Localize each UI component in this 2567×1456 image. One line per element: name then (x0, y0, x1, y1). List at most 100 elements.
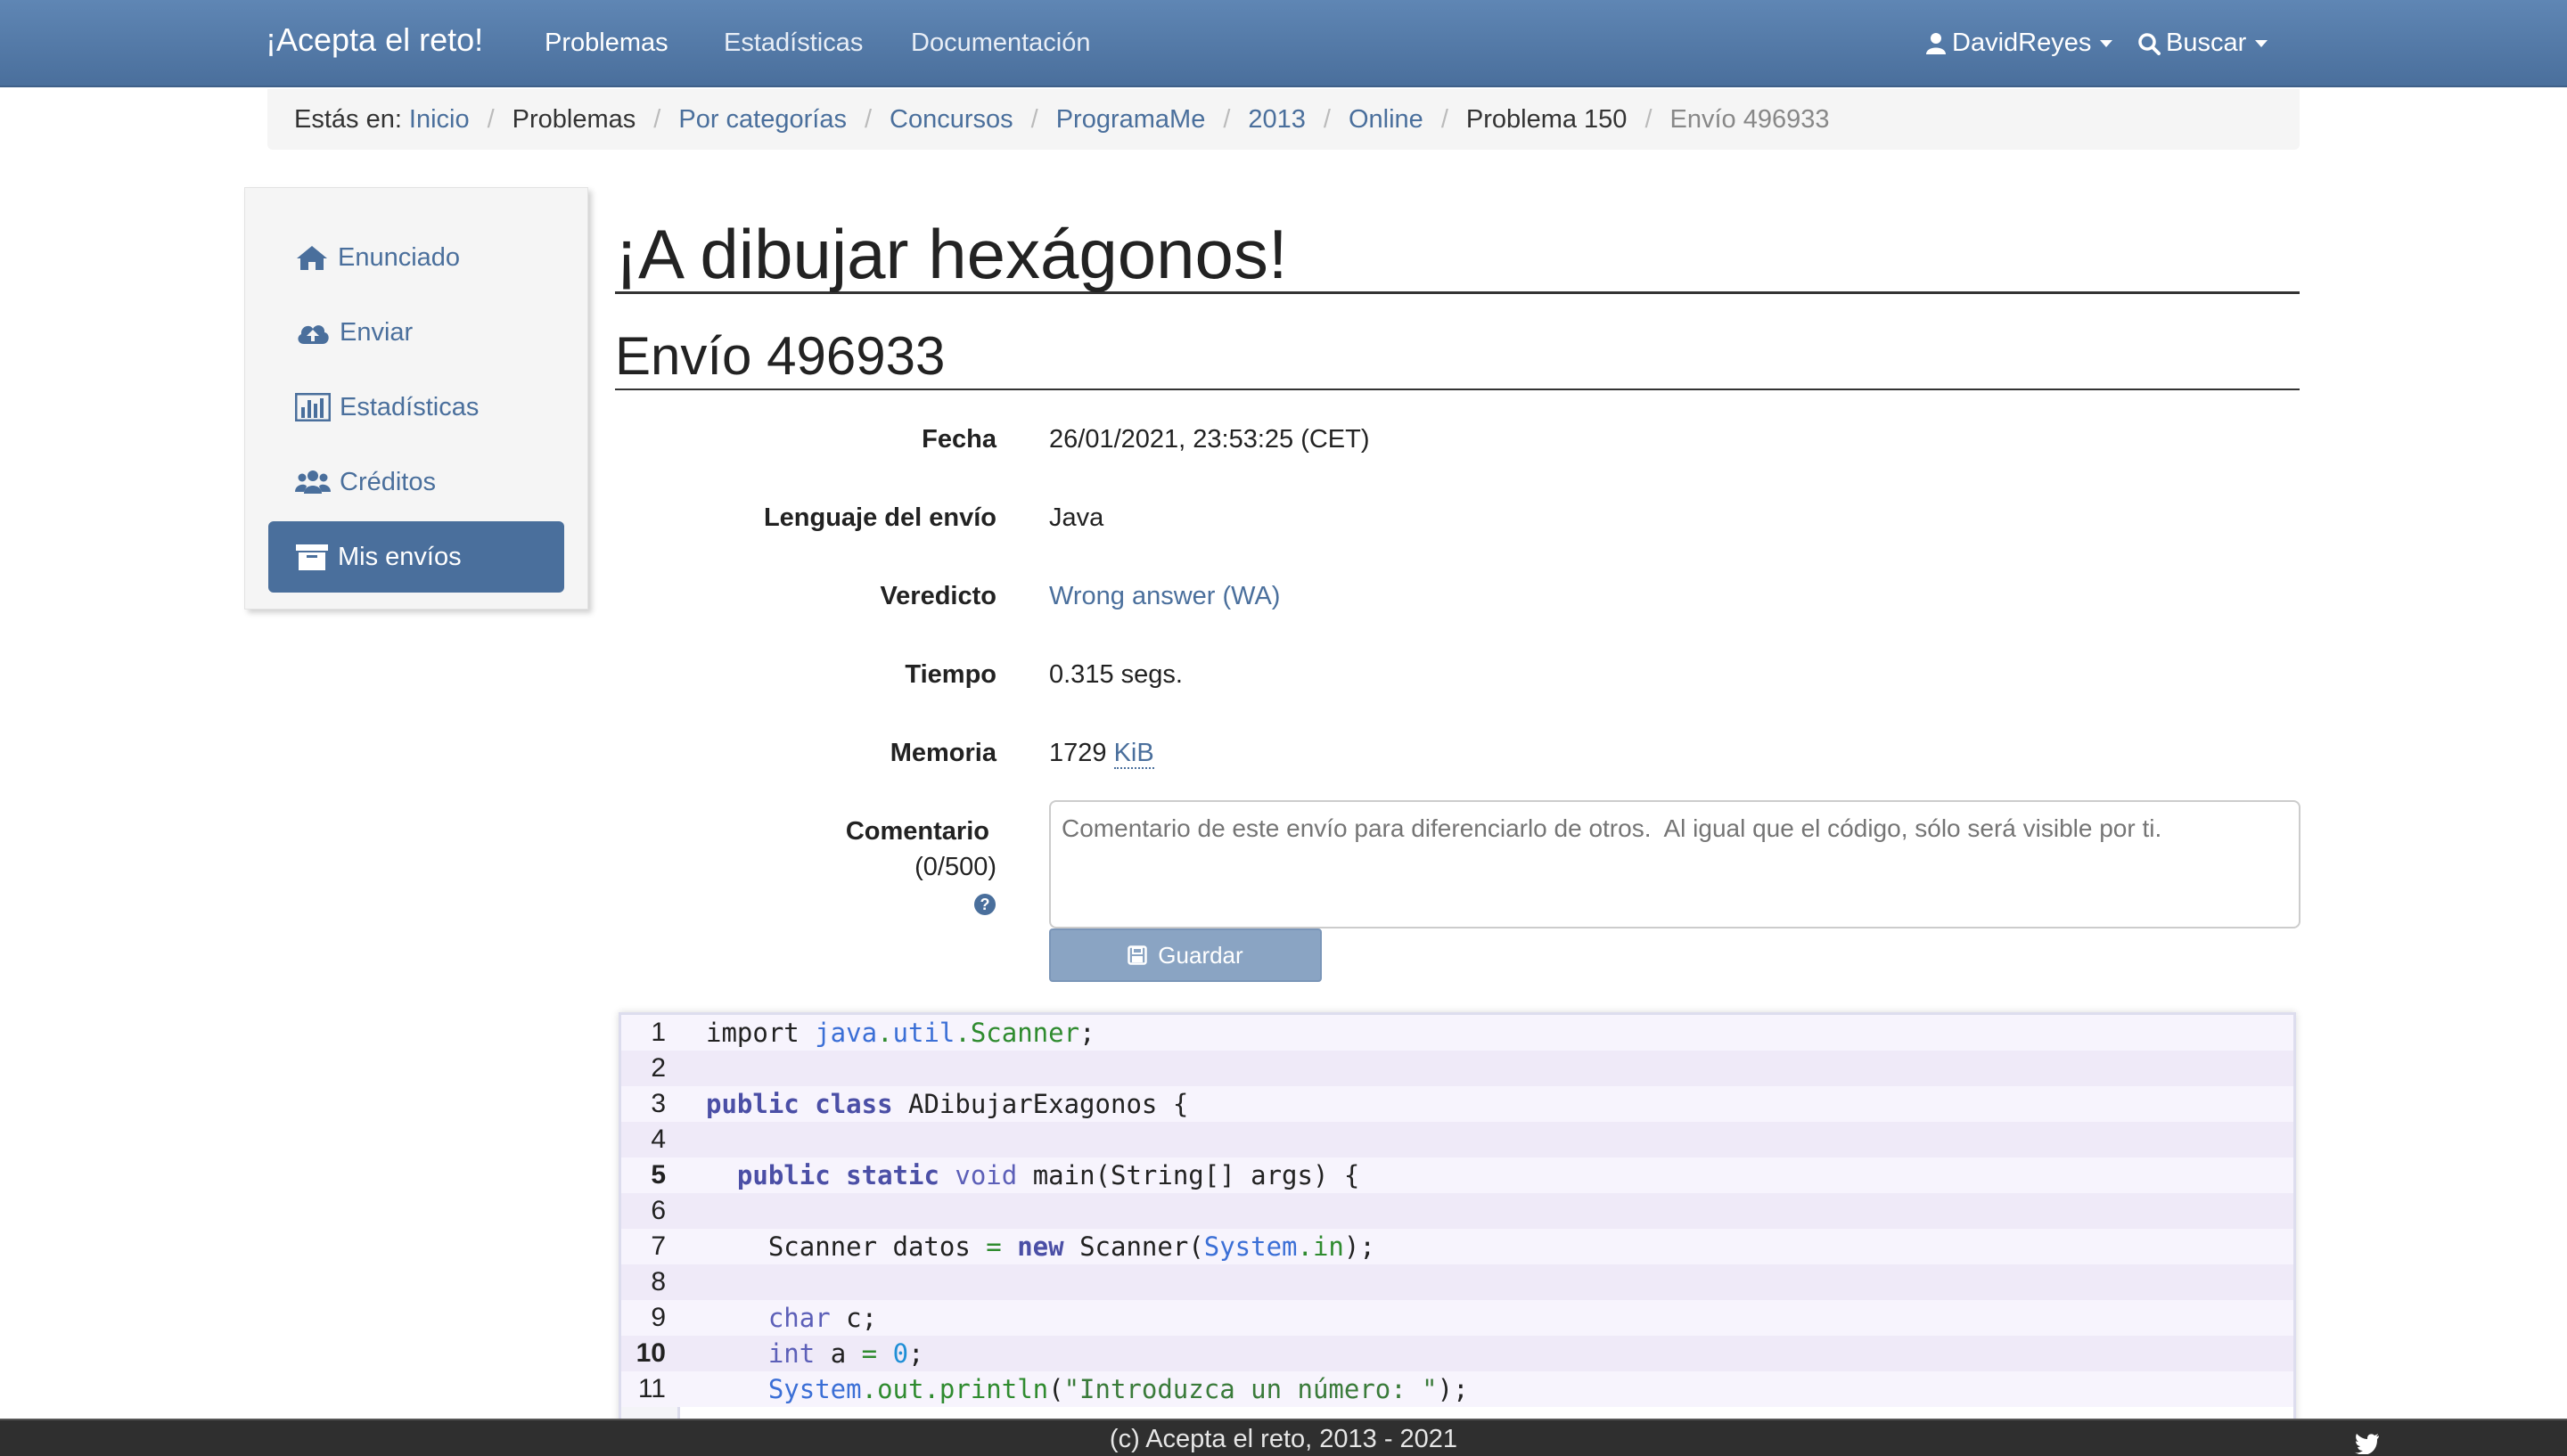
breadcrumb: Estás en: Inicio / Problemas / Por categ… (267, 89, 2300, 150)
archive-icon (296, 544, 328, 570)
fecha-label: Fecha (922, 425, 996, 454)
chevron-down-icon (2100, 39, 2113, 47)
help-icon[interactable]: ? (973, 893, 996, 920)
line-number: 6 (651, 1196, 666, 1225)
sidebar-item-label: Créditos (340, 467, 436, 496)
sidebar-item-label: Estadísticas (340, 392, 480, 421)
code-line: 2 (621, 1051, 2293, 1086)
save-button[interactable]: Guardar (1049, 928, 1322, 982)
line-number: 2 (651, 1053, 666, 1083)
nav-documentacion[interactable]: Documentación (911, 29, 1091, 58)
sidebar-item-enunciado[interactable]: Enunciado (268, 222, 564, 293)
memoria-number: 1729 (1049, 739, 1107, 767)
line-number: 11 (637, 1374, 666, 1403)
breadcrumb-separator: / (1223, 104, 1231, 134)
veredicto-link[interactable]: Wrong answer (WA) (1049, 582, 1280, 611)
breadcrumb-online[interactable]: Online (1349, 105, 1423, 135)
memoria-label: Memoria (890, 739, 996, 767)
breadcrumb-separator: / (1440, 104, 1448, 134)
sidebar-item-label: Mis envíos (338, 542, 462, 571)
breadcrumb-problema: Problema 150 (1465, 104, 1628, 134)
breadcrumb-concursos[interactable]: Concursos (890, 105, 1013, 135)
line-number: 1 (651, 1018, 666, 1047)
search-menu[interactable]: Buscar (2137, 29, 2268, 58)
search-label: Buscar (2166, 29, 2247, 57)
user-menu[interactable]: DavidReyes (1925, 29, 2113, 58)
line-number: 7 (651, 1231, 666, 1261)
save-icon (1128, 945, 1148, 965)
line-number: 4 (651, 1125, 666, 1154)
breadcrumb-problemas: Problemas (512, 104, 636, 134)
sidebar-item-estadisticas[interactable]: Estadísticas (268, 372, 564, 443)
lenguaje-value: Java (1049, 503, 1104, 532)
memoria-unit[interactable]: KiB (1113, 739, 1154, 769)
breadcrumb-separator: / (864, 104, 873, 134)
code-text: import java.util.Scanner; (706, 1018, 1095, 1048)
lenguaje-label: Lenguaje del envío (763, 503, 996, 532)
code-line: 4 (621, 1122, 2293, 1157)
footer-copyright: (c) Acepta el reto, 2013 - 2021 (1109, 1425, 1458, 1453)
line-number: 10 (636, 1338, 666, 1368)
search-icon (2138, 32, 2161, 55)
sidebar-item-mis-envios[interactable]: Mis envíos (268, 521, 564, 593)
line-number: 9 (651, 1303, 666, 1332)
code-line: 10 int a = 0; (621, 1336, 2293, 1371)
line-number: 3 (651, 1089, 666, 1118)
sidebar-item-creditos[interactable]: Créditos (268, 446, 564, 518)
footer: (c) Acepta el reto, 2013 - 2021 (0, 1419, 2567, 1456)
sidebar-item-label: Enunciado (338, 242, 461, 272)
comentario-count: (0/500) (914, 853, 996, 881)
breadcrumb-separator: / (487, 104, 495, 134)
svg-text:?: ? (980, 896, 990, 913)
code-text: public static void main(String[] args) { (736, 1160, 1360, 1190)
twitter-icon[interactable] (2355, 1427, 2380, 1456)
breadcrumb-separator: / (653, 104, 661, 134)
problem-title: ¡A dibujar hexágonos! (615, 214, 2300, 294)
code-line: 1 import java.util.Scanner; (621, 1015, 2293, 1051)
bar-chart-icon (295, 393, 331, 421)
top-navbar: ¡Acepta el reto! Problemas Estadísticas … (0, 0, 2567, 87)
breadcrumb-programame[interactable]: ProgramaMe (1056, 105, 1206, 135)
memoria-value: 1729 KiB (1049, 739, 1154, 769)
user-icon (1926, 32, 1946, 54)
breadcrumb-current: Envío 496933 (1669, 104, 1830, 134)
sidebar-item-label: Enviar (340, 317, 414, 347)
code-line: 7 Scanner datos = new Scanner(System.in)… (621, 1229, 2293, 1264)
home-icon (297, 246, 327, 270)
submission-title: Envío 496933 (615, 323, 2300, 390)
veredicto-label: Veredicto (880, 582, 996, 610)
breadcrumb-separator: / (1644, 104, 1653, 134)
chevron-down-icon (2255, 39, 2268, 47)
code-line: 5 public static void main(String[] args)… (621, 1157, 2293, 1193)
breadcrumb-categorias[interactable]: Por categorías (678, 105, 847, 135)
code-viewer[interactable]: 1 import java.util.Scanner; 2 3 public c… (619, 1012, 2296, 1456)
user-name: DavidReyes (1952, 29, 2092, 57)
breadcrumb-prefix: Estás en: (294, 104, 402, 134)
code-text: public class ADibujarExagonos { (706, 1089, 1189, 1119)
comment-input[interactable] (1049, 800, 2300, 928)
code-line: 8 (621, 1264, 2293, 1300)
users-icon (295, 470, 331, 494)
code-text: Scanner datos = new Scanner(System.in); (706, 1231, 1375, 1262)
sidebar: Enunciado Enviar Estadísticas Créditos M… (244, 187, 588, 609)
fecha-value: 26/01/2021, 23:53:25 (CET) (1049, 425, 1370, 454)
breadcrumb-inicio[interactable]: Inicio (409, 105, 470, 135)
code-line: 6 (621, 1193, 2293, 1229)
tiempo-label: Tiempo (905, 660, 996, 689)
code-line: 3 public class ADibujarExagonos { (621, 1086, 2293, 1122)
nav-estadisticas[interactable]: Estadísticas (724, 29, 863, 58)
breadcrumb-2013[interactable]: 2013 (1248, 105, 1306, 135)
tiempo-value: 0.315 segs. (1049, 660, 1183, 689)
brand-link[interactable]: ¡Acepta el reto! (266, 21, 483, 59)
code-line: 9 char c; (621, 1300, 2293, 1336)
comentario-label: Comentario (845, 817, 989, 846)
line-number: 8 (651, 1267, 666, 1296)
sidebar-item-enviar[interactable]: Enviar (268, 297, 564, 368)
cloud-upload-icon (298, 325, 329, 344)
code-text: System.out.println("Introduzca un número… (767, 1374, 1469, 1404)
code-text: char c; (767, 1303, 878, 1333)
breadcrumb-separator: / (1030, 104, 1038, 134)
save-label: Guardar (1158, 941, 1243, 969)
code-text: int a = 0; (767, 1338, 924, 1369)
nav-problemas[interactable]: Problemas (545, 29, 668, 58)
